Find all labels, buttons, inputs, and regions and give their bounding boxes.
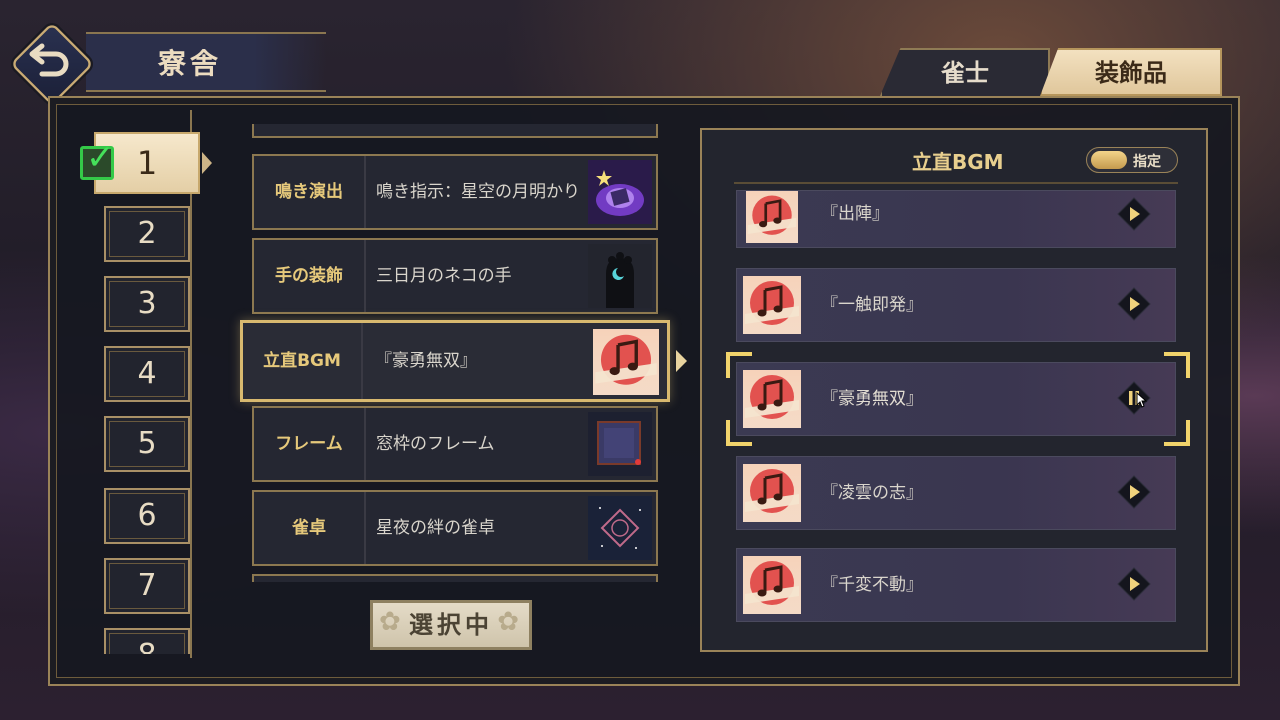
- selected-button-label: 選択中: [409, 611, 493, 639]
- song-item[interactable]: 『千変不動』: [736, 548, 1176, 622]
- flower-icon: ✿: [497, 607, 523, 637]
- category-hand-decoration[interactable]: 手の装飾 三日月のネコの手: [252, 238, 658, 314]
- frame-icon: [588, 412, 652, 476]
- song-title: 『出陣』: [821, 204, 889, 224]
- selection-bracket: [726, 420, 752, 446]
- cursor-icon: [1136, 392, 1148, 408]
- slot-8[interactable]: 8: [104, 628, 190, 654]
- slot-8-clip: 8: [104, 628, 190, 654]
- category-riichi-bgm[interactable]: 立直BGM 『豪勇無双』: [240, 320, 670, 402]
- divider: [734, 182, 1178, 184]
- page-title: 寮舎: [158, 47, 223, 80]
- category-value: 『豪勇無双』: [375, 351, 477, 371]
- category-name: フレーム: [254, 408, 366, 480]
- song-item[interactable]: 『凌雲の志』: [736, 456, 1176, 530]
- slot-2[interactable]: 2: [104, 206, 190, 262]
- bgm-panel-title: 立直BGM: [912, 150, 1004, 174]
- list-item-partial: [252, 124, 658, 138]
- slot-5[interactable]: 5: [104, 416, 190, 472]
- song-title: 『豪勇無双』: [821, 389, 923, 409]
- tab-cosmetics[interactable]: 装飾品: [1040, 48, 1222, 96]
- song-title: 『一触即発』: [821, 295, 923, 315]
- selection-bracket: [1164, 352, 1190, 378]
- back-arrow-icon[interactable]: [28, 36, 76, 80]
- music-note-icon: [743, 464, 801, 522]
- music-note-icon: [743, 556, 801, 614]
- flower-icon: ✿: [379, 607, 405, 637]
- music-note-icon: [743, 276, 801, 334]
- starry-moon-icon: [588, 160, 652, 224]
- list-item-partial: [252, 574, 658, 582]
- toggle-knob: [1091, 151, 1127, 169]
- slot-6[interactable]: 6: [104, 488, 190, 544]
- category-name: 雀卓: [254, 492, 366, 564]
- toggle-label: 指定: [1133, 154, 1161, 170]
- song-item[interactable]: 『出陣』: [736, 190, 1176, 248]
- play-icon[interactable]: [1117, 197, 1151, 231]
- category-name: 鳴き演出: [254, 156, 366, 228]
- category-name: 立直BGM: [243, 323, 363, 399]
- category-call-effect[interactable]: 鳴き演出 鳴き指示：星空の月明かり: [252, 154, 658, 230]
- chevron-right-icon: [202, 152, 212, 174]
- category-value: 星夜の絆の雀卓: [376, 518, 495, 538]
- selection-bracket: [1164, 420, 1190, 446]
- music-note-icon: [743, 191, 801, 243]
- play-icon[interactable]: [1117, 475, 1151, 509]
- category-value: 鳴き指示：星空の月明かり: [376, 182, 580, 202]
- slot-7[interactable]: 7: [104, 558, 190, 614]
- cat-paw-icon: [588, 244, 652, 308]
- category-mahjong-table[interactable]: 雀卓 星夜の絆の雀卓: [252, 490, 658, 566]
- slot-4[interactable]: 4: [104, 346, 190, 402]
- selection-bracket: [726, 352, 752, 378]
- checkbox-checked-icon: ✓: [80, 141, 115, 180]
- tab-jangshi[interactable]: 雀士: [880, 48, 1050, 96]
- chevron-right-icon: [676, 350, 687, 372]
- song-item-selected[interactable]: 『豪勇無双』: [736, 362, 1176, 436]
- selected-button[interactable]: ✿ 選択中 ✿: [370, 600, 532, 650]
- category-value: 三日月のネコの手: [376, 266, 512, 286]
- song-title: 『千変不動』: [821, 575, 923, 595]
- music-note-icon: [593, 329, 659, 395]
- play-icon[interactable]: [1117, 287, 1151, 321]
- category-frame[interactable]: フレーム 窓枠のフレーム: [252, 406, 658, 482]
- mahjong-table-icon: [588, 496, 652, 560]
- category-name: 手の装飾: [254, 240, 366, 312]
- play-icon[interactable]: [1117, 567, 1151, 601]
- song-title: 『凌雲の志』: [821, 483, 923, 503]
- category-value: 窓枠のフレーム: [376, 434, 495, 454]
- song-item[interactable]: 『一触即発』: [736, 268, 1176, 342]
- assign-toggle[interactable]: 指定: [1086, 147, 1178, 173]
- slot-3[interactable]: 3: [104, 276, 190, 332]
